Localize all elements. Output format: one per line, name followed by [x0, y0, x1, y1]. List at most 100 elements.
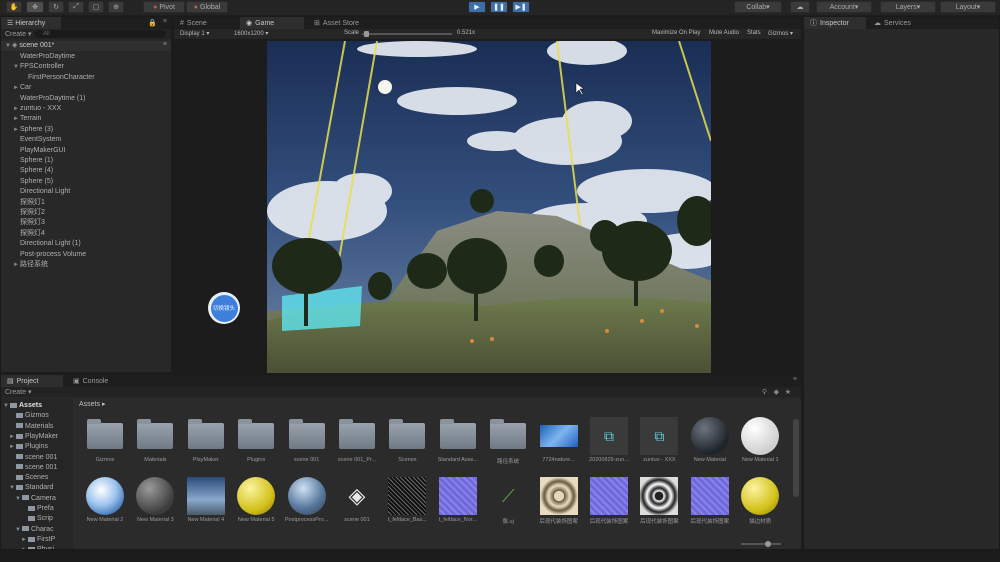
account-dropdown[interactable]: Account ▾	[816, 1, 872, 13]
asset-tile[interactable]: Standard Asse...	[436, 417, 480, 473]
hierarchy-item[interactable]: Sphere (1)	[13, 156, 53, 166]
hierarchy-item[interactable]: Post-process Volume	[13, 250, 86, 260]
project-tree-item[interactable]: Scrip	[21, 514, 53, 524]
play-button[interactable]: ▶	[468, 1, 486, 13]
project-tree-item[interactable]: Gizmos	[9, 411, 49, 421]
hierarchy-item[interactable]: 探照灯4	[13, 229, 45, 239]
scene-menu-icon[interactable]: ≡	[163, 41, 167, 48]
lock-icon[interactable]: 🔒	[148, 19, 157, 27]
project-tree-item[interactable]: ► FirstP	[21, 535, 55, 545]
asset-tile[interactable]: ⟋ 像.uj	[486, 477, 530, 533]
asset-scrollbar[interactable]	[793, 419, 799, 497]
asset-tile[interactable]: 后现代装饰图案	[688, 477, 732, 533]
project-tree-item[interactable]: ▼ Assets	[3, 401, 42, 411]
scale-tool-icon[interactable]: ⤢	[68, 1, 84, 13]
hierarchy-item[interactable]: 探照灯2	[13, 208, 45, 218]
asset-tile[interactable]: New Material 4	[184, 477, 228, 533]
project-tree-item[interactable]: ▼ Standard	[9, 483, 53, 493]
hierarchy-item[interactable]: 探照灯1	[13, 198, 45, 208]
global-toggle[interactable]: ● Global	[186, 1, 228, 13]
asset-tile[interactable]: t_feltlace_Nor...	[436, 477, 480, 533]
display-dropdown[interactable]: Display 1 ▾	[180, 30, 209, 37]
project-tree-item[interactable]: ▼ Charac	[15, 525, 54, 535]
asset-tile[interactable]: ⧉ zuntuo - XXX	[637, 417, 681, 473]
asset-tile[interactable]: New Material 3	[133, 477, 177, 533]
scale-slider[interactable]	[362, 33, 452, 35]
asset-tile[interactable]: PlayMaker	[184, 417, 228, 473]
project-tree-item[interactable]: scene 001	[9, 463, 57, 473]
project-tree-item[interactable]: ▼ Camera	[15, 494, 56, 504]
hierarchy-item[interactable]: WaterProDaytime (1)	[13, 94, 85, 104]
layers-dropdown[interactable]: Layers ▾	[880, 1, 936, 13]
tab-game[interactable]: ◉ Game	[240, 17, 304, 29]
expand-arrow-icon[interactable]: ►	[21, 545, 28, 549]
expand-arrow-icon[interactable]: ►	[9, 432, 16, 442]
asset-tile[interactable]: New Material 1	[738, 417, 782, 473]
tab-inspector[interactable]: ⓘ Inspector	[804, 17, 866, 29]
project-tree-item[interactable]: Materials	[9, 422, 53, 432]
hierarchy-item[interactable]: PlayMakerGUI	[13, 146, 66, 156]
tab-asset-store[interactable]: ⊞ Asset Store	[308, 17, 378, 29]
resolution-dropdown[interactable]: 1600x1200 ▾	[234, 30, 268, 37]
expand-arrow-icon[interactable]: ►	[13, 260, 20, 270]
collab-dropdown[interactable]: Collab ▾	[734, 1, 782, 13]
tab-hierarchy[interactable]: ☰ Hierarchy	[1, 17, 61, 29]
expand-arrow-icon[interactable]: ►	[13, 104, 20, 114]
expand-arrow-icon[interactable]: ▼	[13, 62, 20, 72]
filter-by-type-icon[interactable]: ⚲	[762, 388, 767, 396]
asset-tile[interactable]: 描边材质	[738, 477, 782, 533]
asset-tile[interactable]: ⧉ 20200829-zun...	[587, 417, 631, 473]
hierarchy-item[interactable]: Sphere (5)	[13, 177, 53, 187]
project-tree-item[interactable]: ► Physi	[21, 545, 54, 549]
hierarchy-item[interactable]: ►zuntuo - XXX	[13, 104, 61, 114]
switch-camera-button[interactable]: 切换镜头	[208, 292, 240, 324]
breadcrumb[interactable]: Assets ▸	[79, 400, 105, 408]
asset-tile[interactable]: 后现代装饰图案	[587, 477, 631, 533]
project-menu-icon[interactable]: ≡	[793, 376, 797, 383]
menu-icon[interactable]: ≡	[163, 18, 167, 25]
expand-arrow-icon[interactable]: ▼	[5, 41, 12, 51]
tab-services[interactable]: ☁ Services	[868, 17, 922, 29]
project-tree-item[interactable]: Scenes	[9, 473, 48, 483]
asset-tile[interactable]: Materials	[133, 417, 177, 473]
project-tree-item[interactable]: ► Plugins	[9, 442, 48, 452]
tab-project[interactable]: ▤ Project	[1, 375, 63, 387]
stats-toggle[interactable]: Stats	[747, 30, 761, 36]
hierarchy-item[interactable]: ►路径系统	[13, 260, 48, 270]
rotate-tool-icon[interactable]: ↻	[48, 1, 64, 13]
filter-by-label-icon[interactable]: ◆	[774, 388, 779, 396]
asset-tile[interactable]: 后现代装饰图案	[537, 477, 581, 533]
asset-tile[interactable]: ◈ scene 001	[335, 477, 379, 533]
cloud-icon[interactable]: ☁	[790, 1, 810, 13]
expand-arrow-icon[interactable]: ▼	[3, 401, 10, 411]
hierarchy-item[interactable]: Directional Light (1)	[13, 239, 81, 249]
project-tree-item[interactable]: ► PlayMaker	[9, 432, 58, 442]
game-viewport[interactable]	[267, 41, 711, 373]
hierarchy-item[interactable]: ►Car	[13, 83, 31, 93]
hierarchy-item[interactable]: ►Sphere (3)	[13, 125, 53, 135]
expand-arrow-icon[interactable]: ►	[21, 535, 28, 545]
expand-arrow-icon[interactable]: ►	[13, 114, 20, 124]
expand-arrow-icon[interactable]: ►	[9, 442, 16, 452]
gizmos-dropdown[interactable]: Gizmos ▾	[768, 30, 793, 37]
expand-arrow-icon[interactable]: ▼	[9, 483, 16, 493]
expand-arrow-icon[interactable]: ►	[13, 83, 20, 93]
asset-tile[interactable]: 后现代装饰图案	[637, 477, 681, 533]
rect-tool-icon[interactable]: ▢	[88, 1, 104, 13]
expand-arrow-icon[interactable]: ▼	[15, 494, 22, 504]
hierarchy-item[interactable]: Sphere (4)	[13, 166, 53, 176]
asset-tile[interactable]: Plugins	[234, 417, 278, 473]
hierarchy-item[interactable]: 探照灯3	[13, 218, 45, 228]
asset-tile[interactable]: Gizmos	[83, 417, 127, 473]
step-button[interactable]: ▶❚	[512, 1, 530, 13]
project-create-dropdown[interactable]: Create ▾	[5, 388, 31, 396]
hierarchy-item[interactable]: FirstPersonCharacter	[21, 73, 95, 83]
layout-dropdown[interactable]: Layout ▾	[940, 1, 996, 13]
tab-console[interactable]: ▣ Console	[67, 375, 123, 387]
scale-slider-handle[interactable]	[364, 31, 369, 37]
hand-tool-icon[interactable]: ✋	[6, 1, 22, 13]
scene-row[interactable]: ▼◈ scene 001* ≡	[1, 41, 171, 51]
project-tree-item[interactable]: scene 001	[9, 453, 57, 463]
asset-tile[interactable]: scene 001	[285, 417, 329, 473]
asset-tile[interactable]: t_feltlace_Bas...	[385, 477, 429, 533]
